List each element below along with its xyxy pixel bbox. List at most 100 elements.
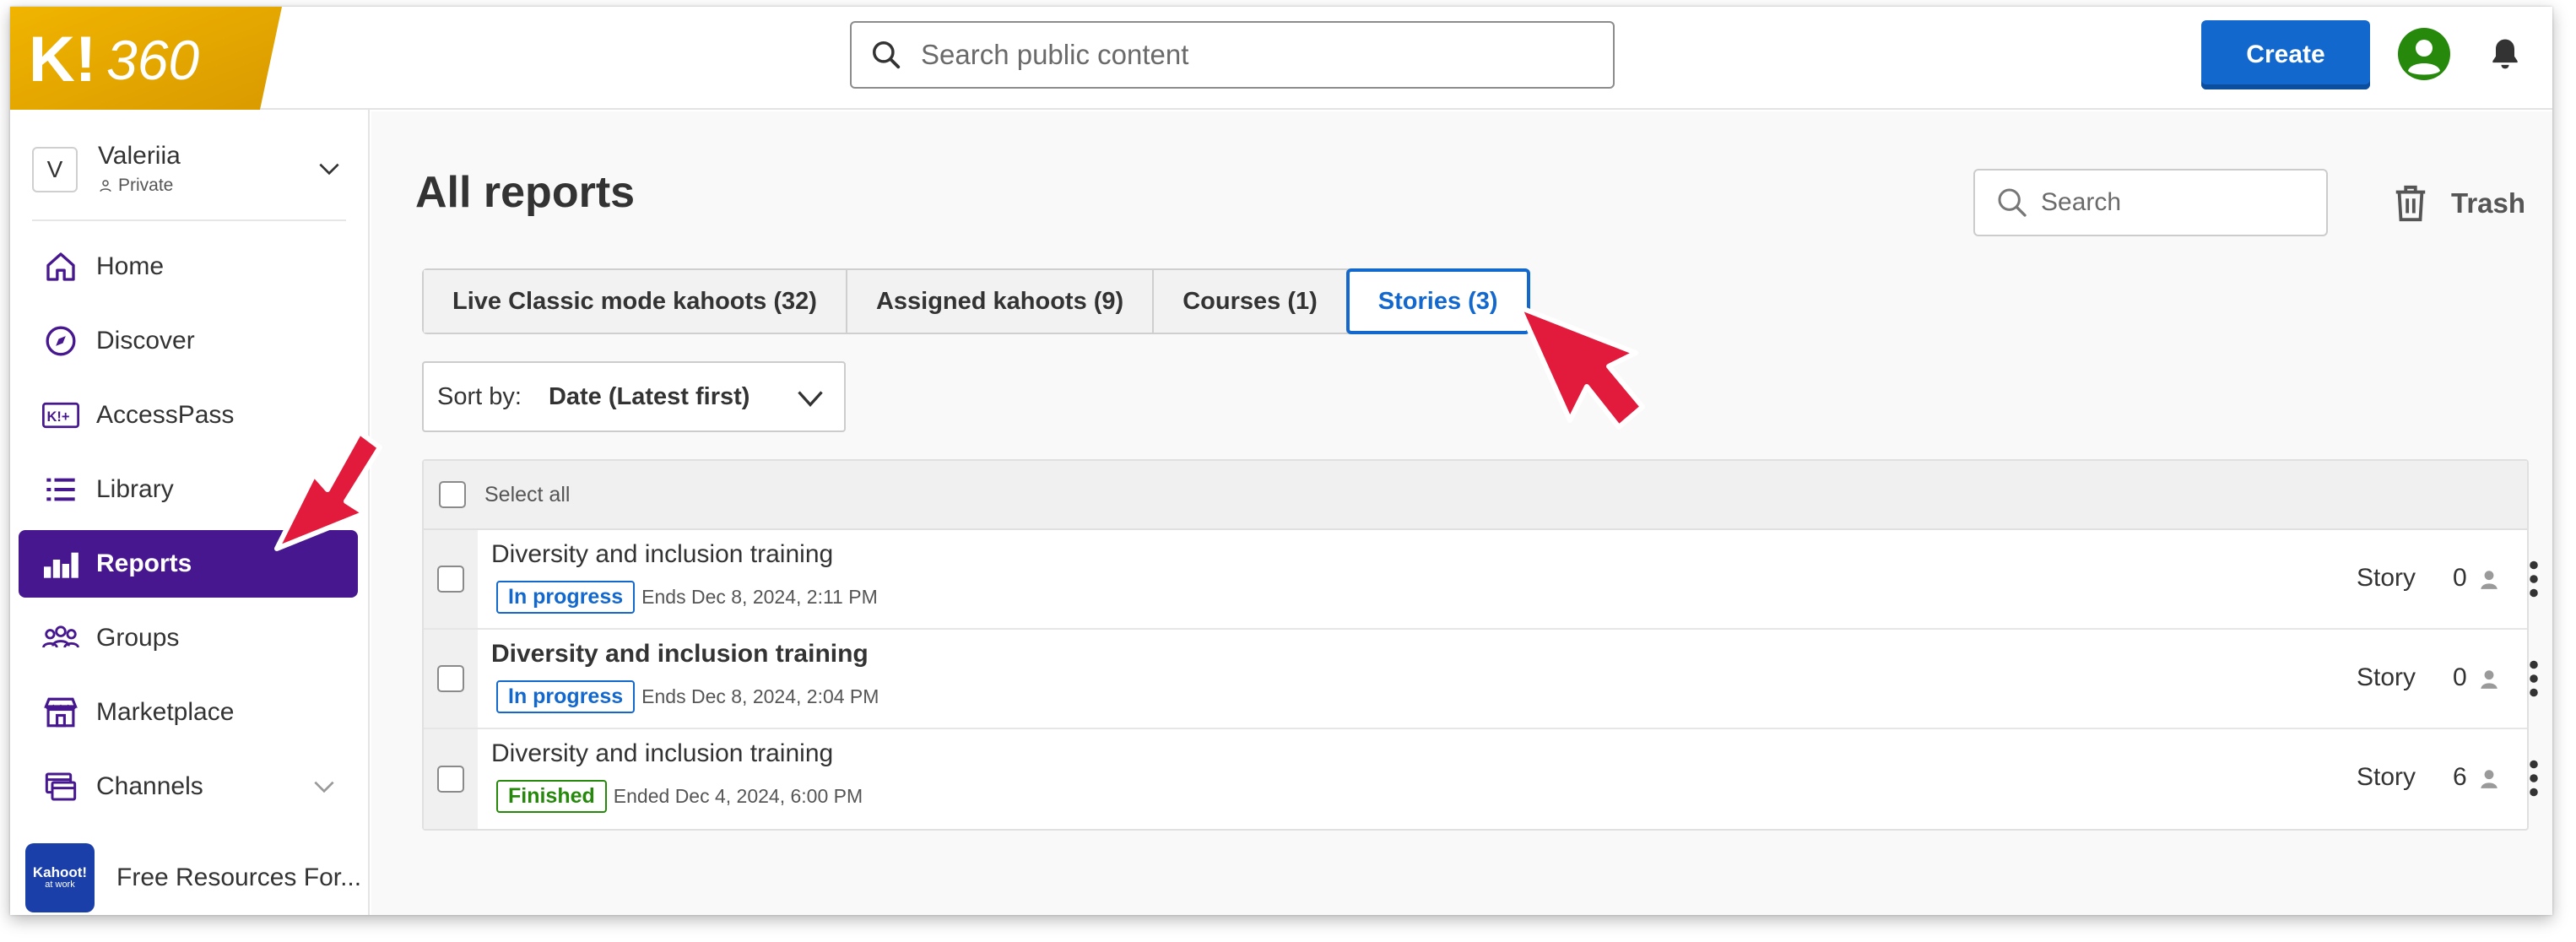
chevron-down-icon[interactable] <box>311 773 338 800</box>
row-checkbox[interactable] <box>437 566 464 593</box>
table-row[interactable]: Diversity and inclusion training In prog… <box>424 530 2538 630</box>
sidebar-item-label: Channels <box>96 772 203 800</box>
row-content: Diversity and inclusion training In prog… <box>478 530 2538 628</box>
row-checkbox-cell <box>424 530 478 628</box>
person-icon <box>2481 571 2498 589</box>
sidebar-item-marketplace[interactable]: Marketplace <box>19 679 358 746</box>
report-meta: Finished Ended Dec 4, 2024, 6:00 PM <box>496 780 863 813</box>
player-count: 6 <box>2453 763 2467 791</box>
search-icon <box>873 41 901 69</box>
report-title[interactable]: Diversity and inclusion training <box>491 540 833 569</box>
report-tabs: Live Classic mode kahoots (32) Assigned … <box>422 268 1530 334</box>
sidebar-item-label: Discover <box>96 327 195 355</box>
groups-icon <box>42 620 79 657</box>
select-all-label: Select all <box>484 482 571 506</box>
report-date: Ends Dec 8, 2024, 2:11 PM <box>641 586 878 608</box>
person-icon <box>2481 670 2498 689</box>
account-initial: V <box>32 147 78 192</box>
channel-free-resources[interactable]: Kahoot! at work Free Resources For... <box>25 842 363 913</box>
more-options-icon[interactable] <box>2527 660 2541 697</box>
store-icon <box>42 694 79 731</box>
tab-courses[interactable]: Courses (1) <box>1154 270 1348 333</box>
report-date: Ended Dec 4, 2024, 6:00 PM <box>613 785 863 807</box>
row-checkbox[interactable] <box>437 665 464 692</box>
svg-text:K!+: K!+ <box>47 409 70 425</box>
search-icon <box>1998 188 2027 217</box>
row-content: Diversity and inclusion training In prog… <box>478 630 2538 728</box>
sidebar-item-label: Reports <box>96 550 192 577</box>
channels-icon <box>42 768 79 805</box>
logo-360-text: 360 <box>106 29 199 91</box>
chevron-down-icon <box>798 391 823 407</box>
user-avatar-icon[interactable] <box>2397 27 2451 81</box>
account-name: Valeriia <box>98 142 181 170</box>
public-search-input[interactable] <box>921 39 1579 71</box>
person-outline-icon <box>100 180 111 192</box>
sort-dropdown[interactable]: Sort by: Date (Latest first) <box>422 361 846 432</box>
sort-value: Date (Latest first) <box>548 382 750 410</box>
report-type: Story <box>2357 663 2416 691</box>
player-count: 0 <box>2453 564 2467 592</box>
select-all-row: Select all <box>424 461 2527 530</box>
status-badge: In progress <box>496 680 636 713</box>
notifications-bell-icon[interactable] <box>2487 35 2524 73</box>
top-bar: K! 360 Create <box>10 7 2552 110</box>
row-checkbox[interactable] <box>437 766 464 793</box>
row-checkbox-cell <box>424 630 478 728</box>
sidebar-item-groups[interactable]: Groups <box>19 604 358 672</box>
trash-label: Trash <box>2451 187 2526 219</box>
public-search-box[interactable] <box>850 21 1615 89</box>
report-type: Story <box>2357 763 2416 791</box>
report-meta: In progress Ends Dec 8, 2024, 2:11 PM <box>496 581 878 614</box>
sidebar-item-home[interactable]: Home <box>19 233 358 300</box>
sidebar-item-label: Library <box>96 475 174 503</box>
tab-live-classic[interactable]: Live Classic mode kahoots (32) <box>424 270 847 333</box>
person-icon <box>2481 770 2498 788</box>
sort-label: Sort by: <box>437 382 522 410</box>
sidebar-item-label: Marketplace <box>96 698 235 726</box>
sidebar-item-label: Home <box>96 252 165 280</box>
reports-search-input[interactable] <box>2041 188 2311 217</box>
status-badge: Finished <box>496 780 607 813</box>
create-button[interactable]: Create <box>2201 20 2370 89</box>
trash-icon <box>2395 185 2426 222</box>
table-row[interactable]: Diversity and inclusion training Finishe… <box>424 729 2538 829</box>
report-title[interactable]: Diversity and inclusion training <box>491 739 833 768</box>
page-title: All reports <box>415 168 636 217</box>
annotation-arrow-stories <box>1517 305 1645 430</box>
chevron-down-icon[interactable] <box>316 155 343 182</box>
sidebar-item-label: Groups <box>96 624 180 652</box>
tab-stories[interactable]: Stories (3) <box>1345 268 1530 334</box>
sidebar-item-channels[interactable]: Channels <box>19 753 358 820</box>
channel-logo-line1: Kahoot! <box>32 864 88 881</box>
account-switcher[interactable]: V Valeriia Private <box>32 138 353 199</box>
home-icon <box>42 248 79 285</box>
channel-name: Free Resources For... <box>116 864 362 891</box>
sidebar-item-discover[interactable]: Discover <box>19 307 358 375</box>
channel-logo-line2: at work <box>45 880 75 891</box>
table-row[interactable]: Diversity and inclusion training In prog… <box>424 630 2538 729</box>
kahoot-at-work-logo: Kahoot! at work <box>25 843 95 912</box>
more-options-icon[interactable] <box>2527 560 2541 598</box>
report-type: Story <box>2357 564 2416 592</box>
report-title[interactable]: Diversity and inclusion training <box>491 640 869 669</box>
row-checkbox-cell <box>424 729 478 829</box>
main-content: All reports Trash Live Classic mode kaho… <box>371 111 2552 915</box>
trash-button[interactable]: Trash <box>2394 184 2525 223</box>
account-visibility: Private <box>98 176 173 196</box>
logo-k-text: K! <box>29 24 96 95</box>
list-icon <box>42 471 79 508</box>
report-meta: In progress Ends Dec 8, 2024, 2:04 PM <box>496 680 879 713</box>
select-all-checkbox[interactable] <box>439 481 466 508</box>
status-badge: In progress <box>496 581 636 614</box>
more-options-icon[interactable] <box>2527 760 2541 797</box>
row-content: Diversity and inclusion training Finishe… <box>478 729 2538 829</box>
sidebar-divider <box>32 219 346 221</box>
compass-icon <box>42 322 79 360</box>
player-count: 0 <box>2453 663 2467 691</box>
reports-search-box[interactable] <box>1973 169 2328 236</box>
sidebar-item-label: AccessPass <box>96 401 235 429</box>
tab-assigned[interactable]: Assigned kahoots (9) <box>847 270 1155 333</box>
report-date: Ends Dec 8, 2024, 2:04 PM <box>641 685 879 707</box>
kahoot-360-logo[interactable]: K! 360 <box>10 7 282 110</box>
